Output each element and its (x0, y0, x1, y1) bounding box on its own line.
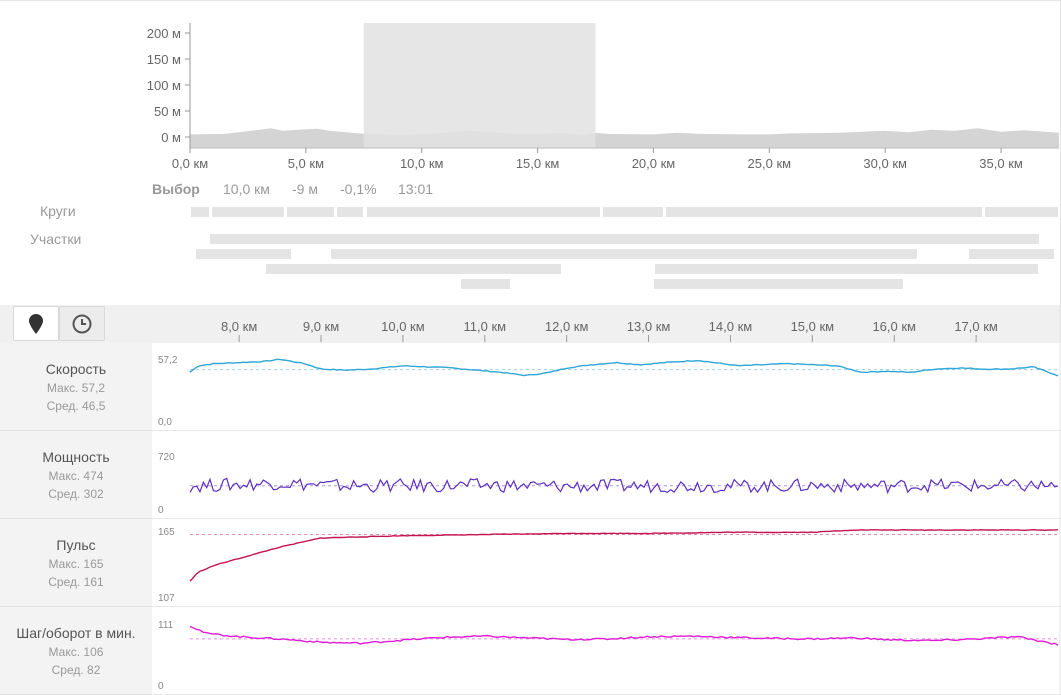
y-tick-label: 0 м (161, 130, 181, 145)
lap-bar[interactable] (603, 207, 663, 217)
segment-bar[interactable] (210, 234, 1039, 244)
y-tick-label: 50 м (154, 104, 181, 119)
x-tick-label: 15,0 км (516, 156, 560, 171)
y-tick-label: 150 м (147, 52, 181, 67)
lap-bar[interactable] (191, 207, 209, 217)
stream-bottom-label: 0 (158, 505, 164, 516)
lap-bar[interactable] (212, 207, 284, 217)
stream-top-label: 165 (158, 527, 175, 538)
selection-highlight (363, 23, 596, 148)
lap-bar[interactable] (287, 207, 334, 217)
segment-bar[interactable] (266, 264, 561, 274)
segment-bar[interactable] (196, 249, 291, 259)
stream-line (189, 625, 1059, 646)
segments-label: Участки (30, 231, 82, 247)
selection-distance: 10,0 км (223, 181, 270, 197)
y-tick-label: 100 м (147, 78, 181, 93)
elevation-area (190, 128, 1059, 148)
elevation-chart[interactable]: 200 м 150 м 100 м 50 м 0 м 0,0 км 5,0 км 10,0 к… (0, 0, 1061, 305)
x-tick-label: 25,0 км (748, 156, 792, 171)
zoom-x-tick-label: 9,0 км (303, 319, 339, 334)
lap-bar[interactable] (985, 207, 1058, 217)
selection-time: 13:01 (398, 181, 434, 197)
zoom-x-tick-label: 11,0 км (464, 319, 507, 334)
stream-line (189, 528, 1059, 582)
zoom-x-tick-label: 13,0 км (627, 319, 671, 334)
lap-bar[interactable] (367, 207, 600, 217)
zoom-x-tick-label: 16,0 км (872, 319, 916, 334)
x-tick-label: 30,0 км (863, 156, 907, 171)
stream-line (189, 358, 1059, 377)
x-tick-label: 0,0 км (172, 156, 208, 171)
segment-bar[interactable] (654, 279, 903, 289)
lap-bar[interactable] (337, 207, 363, 217)
stream-top-label: 57,2 (158, 355, 178, 366)
x-tick-label: 5,0 км (288, 156, 324, 171)
selection-grade: -0,1% (340, 181, 377, 197)
segment-bar[interactable] (655, 264, 1038, 274)
zoom-x-tick-label: 12,0 км (545, 319, 589, 334)
stream-bottom-label: 0 (158, 681, 164, 692)
stream-top-label: 720 (158, 452, 175, 463)
y-tick-label: 200 м (147, 26, 181, 41)
selection-label: Выбор (152, 181, 200, 197)
x-tick-label: 20,0 км (632, 156, 676, 171)
segment-bar[interactable] (331, 249, 917, 259)
stream-bottom-label: 0,0 (158, 417, 172, 428)
zoom-x-tick-label: 10,0 км (381, 319, 425, 334)
lap-bar[interactable] (666, 207, 982, 217)
x-tick-label: 35,0 км (979, 156, 1023, 171)
segment-bar[interactable] (461, 279, 510, 289)
zoom-x-tick-label: 8,0 км (221, 319, 257, 334)
x-tick-label: 10,0 км (400, 156, 444, 171)
zoom-x-tick-label: 15,0 км (791, 319, 835, 334)
stream-top-label: 111 (158, 620, 174, 631)
laps-label: Круги (40, 203, 76, 219)
streams-chart[interactable]: 8,0 км 9,0 км 10,0 км 11,0 км 12,0 км 13,0 км… (0, 305, 1061, 695)
stream-bottom-label: 107 (158, 593, 175, 604)
zoom-x-tick-label: 14,0 км (709, 319, 753, 334)
segment-bar[interactable] (969, 249, 1054, 259)
selection-elevation: -9 м (292, 181, 318, 197)
zoom-x-tick-label: 17,0 км (954, 319, 998, 334)
